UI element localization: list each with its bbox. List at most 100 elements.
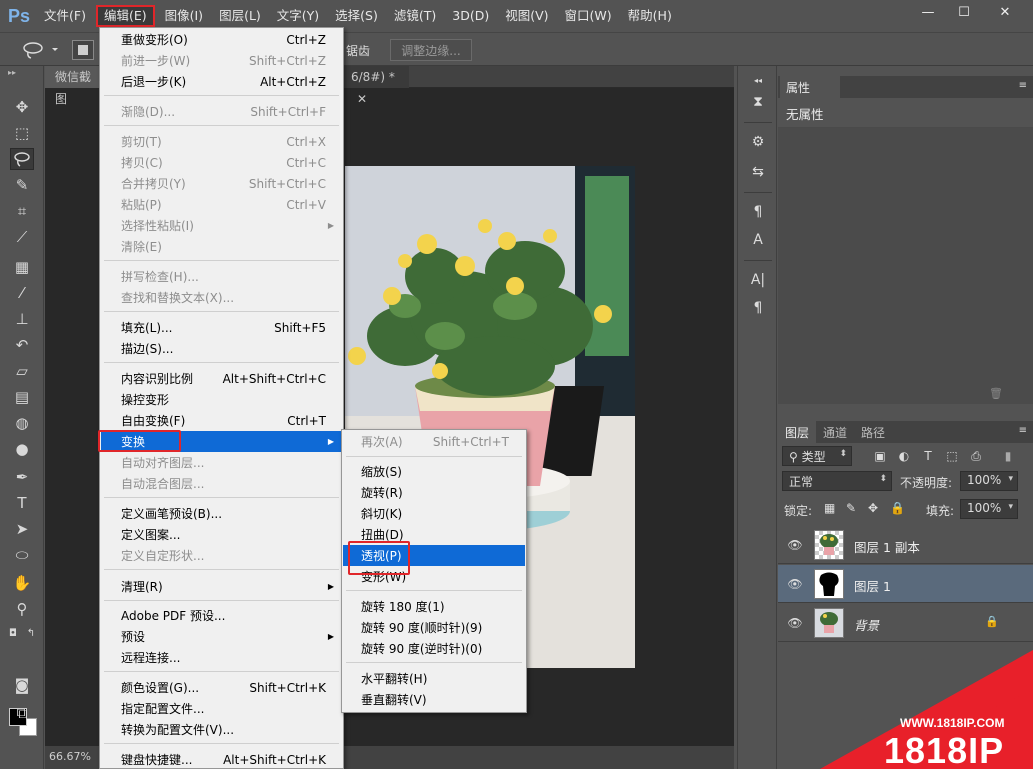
menu-item-content-aware-scale[interactable]: 内容识别比例 Alt+Shift+Ctrl+C (101, 368, 342, 389)
layer-name[interactable]: 背景 (854, 615, 879, 634)
trash-icon[interactable]: 🗑 (989, 387, 1003, 400)
dodge-tool-icon[interactable]: ● (10, 438, 34, 460)
paragraph-panel-icon[interactable]: ¶ (747, 298, 769, 318)
menu-item-color-settings[interactable]: 颜色设置(G)... Shift+Ctrl+K (101, 677, 342, 698)
menu-item-remote-connections[interactable]: 远程连接... (101, 647, 342, 668)
submenu-item-again[interactable]: 再次(A) Shift+Ctrl+T (343, 431, 525, 452)
blur-tool-icon[interactable]: ◍ (10, 412, 34, 434)
submenu-item-flip-vertical[interactable]: 垂直翻转(V) (343, 689, 525, 710)
menu-item-define-brush[interactable]: 定义画笔预设(B)... (101, 503, 342, 524)
menu-item-step-backward[interactable]: 后退一步(K) Alt+Ctrl+Z (101, 71, 342, 92)
crop-tool-icon[interactable]: ⌗ (10, 200, 34, 222)
filter-toggle-icon[interactable]: ▮ (998, 446, 1018, 466)
menu-type[interactable]: 文字(Y) (271, 5, 325, 27)
layer-row[interactable]: 👁 背景 🔒 (778, 604, 1033, 642)
menu-file[interactable]: 文件(F) (38, 5, 92, 27)
tab-paths[interactable]: 路径 (854, 421, 892, 443)
lasso-tool-icon[interactable] (10, 148, 34, 170)
menu-image[interactable]: 图像(I) (159, 5, 209, 27)
submenu-item-distort[interactable]: 扭曲(D) (343, 524, 525, 545)
refine-edge-button[interactable]: 调整边缘... (390, 39, 472, 61)
submenu-item-rotate[interactable]: 旋转(R) (343, 482, 525, 503)
menu-layer[interactable]: 图层(L) (213, 5, 267, 27)
minimize-icon[interactable]: — (911, 2, 945, 22)
tab-properties[interactable]: 属性 (780, 76, 840, 98)
type-filter-icon[interactable]: T (918, 446, 938, 466)
panel-collapse-icon[interactable]: ◂◂ (747, 70, 769, 90)
menu-view[interactable]: 视图(V) (499, 5, 554, 27)
healing-brush-tool-icon[interactable]: ▦ (10, 256, 34, 278)
maximize-icon[interactable]: ☐ (947, 2, 981, 22)
type-tool-icon[interactable]: T (10, 492, 34, 514)
close-icon[interactable]: ✕ (983, 2, 1027, 22)
submenu-item-scale[interactable]: 缩放(S) (343, 461, 525, 482)
menu-item-cut[interactable]: 剪切(T) Ctrl+X (101, 131, 342, 152)
menu-item-copy-merged[interactable]: 合并拷贝(Y) Shift+Ctrl+C (101, 173, 342, 194)
hand-tool-icon[interactable]: ✋ (10, 572, 34, 594)
visibility-eye-icon[interactable]: 👁 (786, 537, 804, 553)
swap-colors-icon[interactable]: ↰ (24, 622, 38, 644)
clone-stamp-tool-icon[interactable]: ⊥ (10, 308, 34, 330)
layer-row[interactable]: 👁 图层 1 副本 (778, 526, 1033, 564)
lock-all-icon[interactable]: 🔒 (890, 501, 905, 515)
tab-channels[interactable]: 通道 (816, 421, 854, 443)
menu-item-auto-align-layers[interactable]: 自动对齐图层... (101, 452, 342, 473)
pixel-filter-icon[interactable]: ▣ (870, 446, 890, 466)
lock-paint-icon[interactable]: ✎ (846, 501, 856, 515)
tab-layers[interactable]: 图层 (778, 421, 817, 443)
close-tab-icon[interactable]: ✕ (357, 92, 367, 106)
panel-menu-icon[interactable]: ≡ (1019, 80, 1027, 91)
adjustment-filter-icon[interactable]: ◐ (894, 446, 914, 466)
menu-item-assign-profile[interactable]: 指定配置文件... (101, 698, 342, 719)
menu-item-auto-blend-layers[interactable]: 自动混合图层... (101, 473, 342, 494)
path-selection-tool-icon[interactable]: ➤ (10, 518, 34, 540)
lock-move-icon[interactable]: ✥ (868, 501, 878, 515)
menu-item-presets[interactable]: 预设 ▶ (101, 626, 342, 647)
menu-item-clear[interactable]: 清除(E) (101, 236, 342, 257)
menu-help[interactable]: 帮助(H) (622, 5, 678, 27)
paragraph-styles-icon[interactable]: ¶ (747, 202, 769, 222)
quick-mask-icon[interactable]: ◙ (10, 674, 34, 696)
menu-item-define-custom-shape[interactable]: 定义自定形状... (101, 545, 342, 566)
menu-3d[interactable]: 3D(D) (446, 5, 495, 27)
history-panel-icon[interactable]: ⧗ (747, 92, 769, 112)
menu-item-define-pattern[interactable]: 定义图案... (101, 524, 342, 545)
menu-item-paste[interactable]: 粘贴(P) Ctrl+V (101, 194, 342, 215)
menu-item-paste-special[interactable]: 选择性粘贴(I) ▶ (101, 215, 342, 236)
menu-item-fade[interactable]: 渐隐(D)... Shift+Ctrl+F (101, 101, 342, 122)
submenu-item-skew[interactable]: 斜切(K) (343, 503, 525, 524)
menu-item-stroke[interactable]: 描边(S)... (101, 338, 342, 359)
move-tool-icon[interactable]: ✥ (10, 96, 34, 118)
menu-item-purge[interactable]: 清理(R) ▶ (101, 576, 342, 597)
lasso-preset-icon[interactable] (20, 39, 60, 61)
submenu-item-rotate-180[interactable]: 旋转 180 度(1) (343, 596, 525, 617)
menu-window[interactable]: 窗口(W) (559, 5, 618, 27)
menu-item-check-spelling[interactable]: 拼写检查(H)... (101, 266, 342, 287)
quick-selection-tool-icon[interactable]: ✎ (10, 174, 34, 196)
document-tab-active[interactable]: 6/8#) * ✕ (341, 66, 409, 106)
screen-mode-icon[interactable]: ⧉ (10, 702, 34, 724)
visibility-eye-icon[interactable]: 👁 (786, 576, 804, 592)
menu-edit[interactable]: 编辑(E) (95, 5, 155, 27)
menu-item-transform[interactable]: 变换 ▶ (101, 431, 342, 452)
panel-collapse-icon[interactable]: ▸▸ (8, 68, 16, 77)
brush-panel-icon[interactable]: ⚙ (747, 132, 769, 152)
brush-tool-icon[interactable]: ⁄ (10, 282, 34, 304)
character-panel-icon[interactable]: A| (747, 270, 769, 290)
document-tab[interactable]: 微信截图 (45, 66, 105, 106)
eyedropper-tool-icon[interactable]: ⟋ (10, 226, 34, 248)
menu-item-puppet-warp[interactable]: 操控变形 (101, 389, 342, 410)
blend-mode-dropdown[interactable]: 正常 ⬍ (782, 471, 892, 491)
smart-object-filter-icon[interactable]: ⎙ (966, 446, 986, 466)
opacity-field[interactable]: 100% ▾ (960, 471, 1018, 491)
shape-filter-icon[interactable]: ⬚ (942, 446, 962, 466)
zoom-tool-icon[interactable]: ⚲ (10, 598, 34, 620)
marquee-tool-icon[interactable]: ⬚ (10, 122, 34, 144)
layer-name[interactable]: 图层 1 (854, 576, 891, 595)
gradient-tool-icon[interactable]: ▤ (10, 386, 34, 408)
menu-filter[interactable]: 滤镜(T) (388, 5, 442, 27)
zoom-level[interactable]: 66.67% (49, 750, 91, 763)
menu-item-fill[interactable]: 填充(L)... Shift+F5 (101, 317, 342, 338)
adjustments-panel-icon[interactable]: ⇆ (747, 162, 769, 182)
submenu-item-rotate-90-ccw[interactable]: 旋转 90 度(逆时针)(0) (343, 638, 525, 659)
